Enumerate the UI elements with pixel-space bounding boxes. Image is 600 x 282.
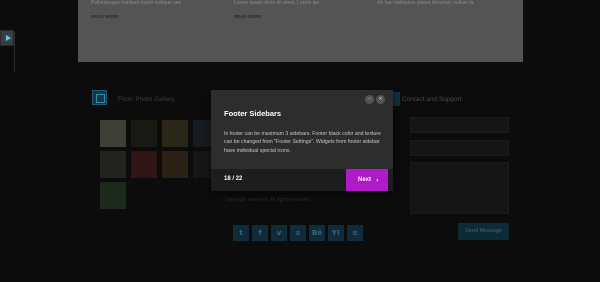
contact-email-field[interactable] xyxy=(410,140,509,156)
next-button[interactable]: Next › xyxy=(346,169,388,191)
flickr-thumbnail[interactable] xyxy=(100,182,126,209)
play-icon xyxy=(4,34,12,42)
next-button-label: Next xyxy=(358,177,372,183)
facebook-icon[interactable]: f xyxy=(252,225,268,241)
contact-message-field[interactable] xyxy=(410,162,509,214)
post-excerpt-text: Lorem ipsum dolor sit amet, Lorem ips xyxy=(234,0,320,6)
send-message-button[interactable]: Send Message xyxy=(458,223,509,240)
flickr-thumbnail[interactable] xyxy=(100,120,126,147)
modal-footer: 18 / 22 Next › xyxy=(211,169,393,191)
yahoo-icon[interactable]: Y! xyxy=(328,225,344,241)
rss-icon[interactable]: ≋ xyxy=(347,225,363,241)
flickr-widget-title: Flickr Photo Gallery xyxy=(118,96,175,103)
post-excerpt-3: Ab hac habitasse platea dictumst, nullam… xyxy=(377,0,507,7)
post-excerpt-text: Pellentesque habitant morbi tristique se… xyxy=(91,0,182,6)
modal-description: In footer can be maximum 3 sidebars. Foo… xyxy=(224,131,381,154)
flickr-thumbnail[interactable] xyxy=(100,151,126,178)
side-divider xyxy=(14,32,15,72)
close-icon[interactable]: × xyxy=(376,95,385,104)
step-counter: 18 / 22 xyxy=(224,176,243,182)
read-more-link[interactable]: READ MORE xyxy=(234,13,354,20)
contact-widget-title: Contact and Support xyxy=(402,96,462,103)
post-excerpt-2: Lorem ipsum dolor sit amet, Lorem ips RE… xyxy=(234,0,354,20)
side-panel-toggle[interactable] xyxy=(0,30,14,46)
flickr-thumbnail[interactable] xyxy=(162,151,188,178)
post-excerpt-1: Pellentesque habitant morbi tristique se… xyxy=(91,0,211,20)
modal-body: – × Footer Sidebars In footer can be max… xyxy=(211,90,393,169)
post-excerpt-text: Ab hac habitasse platea dictumst, nullam… xyxy=(377,0,474,6)
minimize-icon[interactable]: – xyxy=(365,95,374,104)
tour-modal: – × Footer Sidebars In footer can be max… xyxy=(211,90,393,191)
flickr-icon xyxy=(92,90,107,105)
modal-title: Footer Sidebars xyxy=(224,109,282,118)
stumbleupon-icon[interactable]: s xyxy=(290,225,306,241)
flickr-thumbnail[interactable] xyxy=(131,151,157,178)
footer-copyright: Copyright reserved. All rights reserved xyxy=(225,197,310,203)
chevron-right-icon: › xyxy=(376,176,379,184)
contact-name-field[interactable] xyxy=(410,117,509,133)
flickr-thumbnail[interactable] xyxy=(162,120,188,147)
read-more-link[interactable]: READ MORE xyxy=(91,13,211,20)
behance-icon[interactable]: Bē xyxy=(309,225,325,241)
vimeo-icon[interactable]: v xyxy=(271,225,287,241)
twitter-icon[interactable]: t xyxy=(233,225,249,241)
contact-icon xyxy=(392,92,400,106)
flickr-thumbnail[interactable] xyxy=(131,120,157,147)
